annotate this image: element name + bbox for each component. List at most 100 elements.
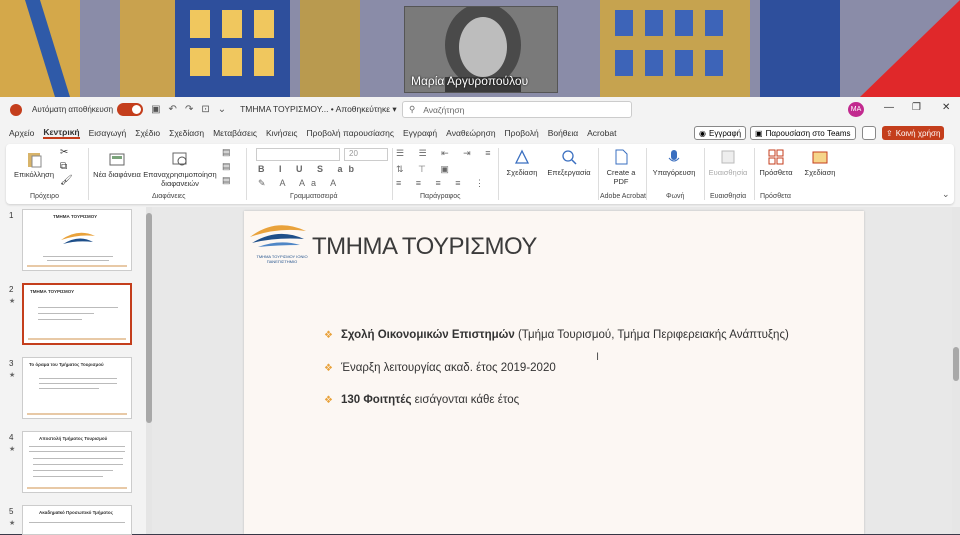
separator <box>498 148 499 200</box>
scrollbar-thumb[interactable] <box>953 347 959 381</box>
reset-icon[interactable]: ▤ <box>222 162 231 171</box>
slide-thumbnail[interactable]: Ακαδημαϊκό Προσωπικό Τμήματος <box>22 505 132 535</box>
bullet-item[interactable]: ❖ Σχολή Οικονομικών Επιστημών (Τμήμα Τουρ… <box>324 329 789 341</box>
tab-design[interactable]: Σχεδίαση <box>169 128 204 138</box>
text-cursor-icon: I <box>596 351 600 363</box>
thumb-number: 2 <box>9 285 14 294</box>
present-in-teams-button[interactable]: ▣ Παρουσίαση στο Teams <box>750 126 856 140</box>
slide-title[interactable]: ΤΜΗΜΑ ΤΟΥΡΙΣΜΟΥ <box>312 233 537 261</box>
tab-file[interactable]: Αρχείο <box>9 128 34 138</box>
autosave-toggle[interactable] <box>117 103 144 116</box>
tab-view[interactable]: Προβολή <box>505 128 539 138</box>
shapes-label: Σχεδίαση <box>506 168 538 177</box>
group-addins: Πρόσθετα <box>760 193 791 200</box>
tab-review[interactable]: Αναθεώρηση <box>446 128 495 138</box>
slide-thumbnail[interactable]: ΤΜΗΜΑ ΤΟΥΡΙΣΜΟΥ <box>22 209 132 271</box>
editing-button[interactable]: Επεξεργασία <box>544 148 594 177</box>
section-icon[interactable]: ▤ <box>222 176 231 185</box>
list-icons[interactable]: ☰ ☰ ⇤ ⇥ ≡ <box>396 148 496 159</box>
tab-insert[interactable]: Εισαγωγή <box>89 128 127 138</box>
pdf-icon <box>615 149 628 165</box>
paste-button[interactable]: Επικόλληση <box>12 150 56 179</box>
comments-button[interactable] <box>862 126 876 140</box>
qat-more-icon[interactable]: ⌄ <box>218 104 226 115</box>
slide-thumbnails-pane: 1 ΤΜΗΜΑ ΤΟΥΡΙΣΜΟΥ 2 ★ ΤΜΗΜΑ ΤΟΥΡΙΣΜΟΥ 3 … <box>0 207 152 535</box>
thumb-text-line <box>38 313 94 314</box>
thumb-title: Ακαδημαϊκό Προσωπικό Τμήματος <box>39 510 113 515</box>
text-direction-icons[interactable]: ⇅ ⊤ ▣ <box>396 164 455 175</box>
save-icon[interactable]: ▣ <box>151 104 160 115</box>
participant-video-tile[interactable]: Μαρία Αργυροπούλου <box>404 6 558 93</box>
tab-help[interactable]: Βοήθεια <box>548 128 578 138</box>
tab-record[interactable]: Εγγραφή <box>403 128 437 138</box>
slide-thumbnail-selected[interactable]: ΤΜΗΜΑ ΤΟΥΡΙΣΜΟΥ <box>22 283 132 345</box>
tab-slideshow[interactable]: Προβολή παρουσίασης <box>307 128 394 138</box>
bullet-item[interactable]: ❖ Έναρξη λειτουργίας ακαδ. έτος 2019-2020 <box>324 362 556 374</box>
thumb-footer <box>28 338 126 340</box>
editing-label: Επεξεργασία <box>547 168 591 177</box>
slide-thumbnail[interactable]: Το όραμα του Τμήματος Τουρισμού <box>22 357 132 419</box>
group-paragraph: Παράγραφος <box>420 193 461 200</box>
redo-icon[interactable]: ↷ <box>185 104 193 115</box>
diamond-bullet-icon: ❖ <box>324 363 333 374</box>
addins-button[interactable]: Πρόσθετα <box>756 148 796 177</box>
sensitivity-button[interactable]: Ευαισθησία <box>706 148 750 177</box>
bold-italic-underline-icons[interactable]: B I U S ab <box>258 164 360 174</box>
layout-icon[interactable]: ▤ <box>222 148 231 157</box>
tab-home[interactable]: Κεντρική <box>43 127 80 139</box>
bullet-bold: Σχολή Οικονομικών Επιστημών <box>340 329 515 341</box>
group-clipboard: Πρόχειρο <box>30 193 59 200</box>
group-font: Γραμματοσειρά <box>290 193 338 200</box>
reuse-slides-label: Επαναχρησιμοποίηση διαφανειών <box>143 170 217 188</box>
designer-label: Σχεδίαση <box>804 168 836 177</box>
thumb-text-line <box>33 458 123 459</box>
format-painter-icon[interactable]: 🖌 <box>60 176 73 186</box>
avatar[interactable]: MA <box>848 102 864 117</box>
reuse-slides-button[interactable]: Επαναχρησιμοποίηση διαφανειών <box>142 150 218 188</box>
cut-icon[interactable]: ✂ <box>60 148 68 158</box>
paste-icon <box>28 153 42 168</box>
tab-draw[interactable]: Σχέδιο <box>135 128 160 138</box>
shapes-button[interactable]: Σχεδίαση <box>502 148 542 177</box>
slide-scrollbar[interactable] <box>952 207 960 534</box>
search-box[interactable]: ⚲ Αναζήτηση <box>402 101 632 118</box>
slide-thumbnail[interactable]: Αποστολή Τμήματος Τουρισμού <box>22 431 132 493</box>
undo-icon[interactable]: ↶ <box>169 104 177 115</box>
collapse-ribbon-icon[interactable]: ⌄ <box>942 190 950 199</box>
align-icons[interactable]: ≡ ≡ ≡ ≡ ⋮ <box>396 178 490 189</box>
thumb-number: 4 <box>9 433 14 442</box>
thumb-text-line <box>39 383 117 384</box>
close-icon[interactable]: ✕ <box>942 102 950 113</box>
dictate-label: Υπαγόρευση <box>652 168 696 177</box>
thumb-text-line <box>39 378 117 379</box>
separator <box>246 148 247 200</box>
thumb-text-line <box>47 260 109 261</box>
sensitivity-label: Ευαισθησία <box>708 168 748 177</box>
tab-animations[interactable]: Κινήσεις <box>266 128 298 138</box>
new-slide-button[interactable]: Νέα διαφάνεια <box>92 150 142 179</box>
restore-icon[interactable]: ❐ <box>912 102 921 113</box>
thumb-number: 1 <box>9 211 14 220</box>
share-icon: ⇪ <box>886 128 893 138</box>
minimize-icon[interactable]: — <box>884 102 894 113</box>
bullet-item[interactable]: ❖ 130 Φοιτητές εισάγονται κάθε έτος <box>324 394 519 406</box>
diamond-bullet-icon: ❖ <box>324 330 333 341</box>
tab-acrobat[interactable]: Acrobat <box>587 128 616 138</box>
font-name-box[interactable] <box>256 148 340 161</box>
create-pdf-button[interactable]: Create a PDF <box>602 148 640 186</box>
document-title[interactable]: ΤΜΗΜΑ ΤΟΥΡΙΣΜΟΥ... • Αποθηκεύτηκε ▾ <box>240 104 397 115</box>
create-pdf-label: Create a PDF <box>606 168 636 186</box>
font-size-box[interactable]: 20 <box>344 148 388 161</box>
dictate-button[interactable]: Υπαγόρευση <box>650 148 698 177</box>
present-icon[interactable]: ⊡ <box>201 104 209 115</box>
font-color-icons[interactable]: ✎ A Aa A <box>258 178 342 189</box>
bullet-bold: 130 Φοιτητές <box>340 394 412 406</box>
teams-label: Παρουσίαση στο Teams <box>765 128 851 138</box>
tab-transitions[interactable]: Μεταβάσεις <box>213 128 257 138</box>
record-button[interactable]: ◉ Εγγραφή <box>694 126 747 140</box>
designer-button[interactable]: Σχεδίαση <box>800 148 840 177</box>
current-slide[interactable]: ΤΜΗΜΑ ΤΟΥΡΙΣΜΟΥ ΙΟΝΙΟ ΠΑΝΕΠΙΣΤΗΜΙΟ ΤΜΗΜΑ… <box>244 211 864 534</box>
copy-icon[interactable]: ⧉ <box>60 162 67 172</box>
thumb-text-line <box>33 464 123 465</box>
share-button[interactable]: ⇪ Κοινή χρήση <box>882 126 945 140</box>
